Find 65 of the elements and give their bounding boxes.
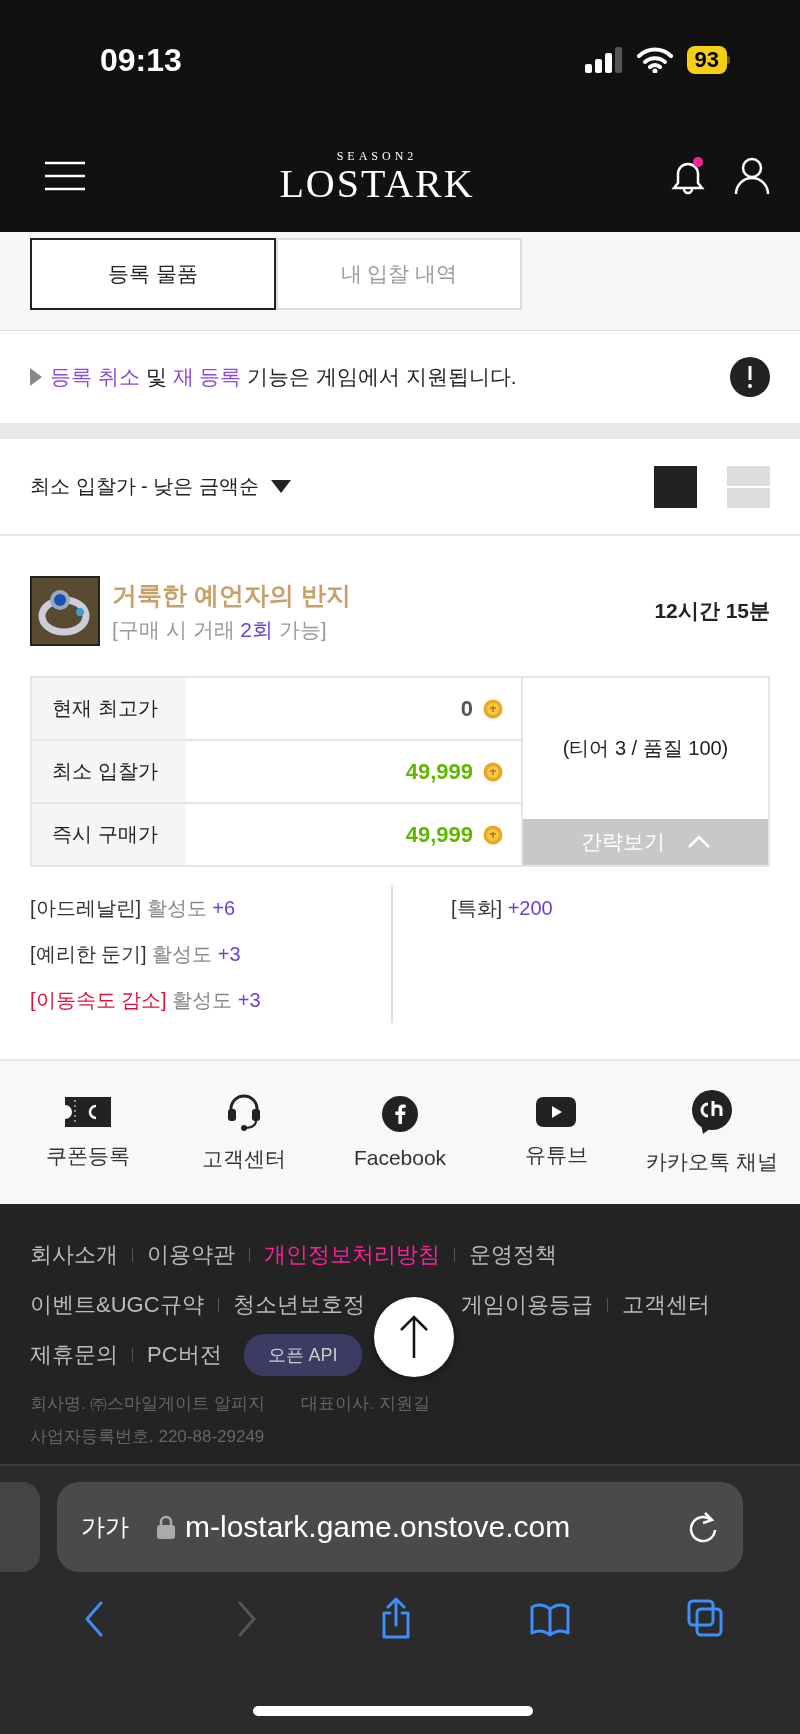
logo[interactable]: LOSTARK bbox=[279, 163, 475, 204]
user-icon[interactable] bbox=[734, 156, 770, 196]
play-button-icon bbox=[536, 1096, 576, 1127]
lock-icon bbox=[157, 1515, 175, 1539]
logo-subtitle: SEASON2 bbox=[336, 148, 418, 164]
stat-effect: [특화] +200 bbox=[451, 896, 554, 921]
notice-link[interactable]: 재 등록 bbox=[172, 365, 242, 388]
trade-limit: [구매 시 거래 2회 가능] bbox=[112, 616, 328, 643]
price-label: 현재 최고가 bbox=[52, 696, 158, 721]
reload-icon[interactable] bbox=[687, 1510, 719, 1544]
signal-icon bbox=[584, 47, 623, 73]
footer-link[interactable]: 이용약관 bbox=[147, 1240, 235, 1270]
headset-icon bbox=[226, 1092, 262, 1131]
price-value: 49,999 bbox=[405, 821, 473, 848]
facebook-icon bbox=[382, 1095, 418, 1132]
open-api-button[interactable]: 오픈 API bbox=[243, 1334, 362, 1376]
price-label: 즉시 구매가 bbox=[52, 822, 158, 847]
social-link[interactable]: Facebook bbox=[322, 1094, 478, 1171]
coin-icon bbox=[483, 698, 503, 719]
social-link[interactable]: 쿠폰등록 bbox=[10, 1094, 166, 1171]
footer-link[interactable]: 제휴문의 bbox=[30, 1340, 118, 1370]
sort-dropdown[interactable]: 최소 입찰가 - 낮은 금액순 bbox=[30, 473, 259, 500]
notice-link[interactable]: 등록 취소 bbox=[50, 365, 140, 388]
time-left: 12시간 15분 bbox=[654, 598, 770, 624]
social-link[interactable]: 유튜브 bbox=[478, 1095, 634, 1170]
footer-link[interactable]: 회사소개 bbox=[30, 1240, 118, 1270]
text-size-button[interactable]: 가가 bbox=[81, 1511, 129, 1543]
company-info: 대표이사. 지원길 bbox=[301, 1393, 430, 1415]
menu-icon[interactable] bbox=[44, 161, 86, 191]
business-number: 사업자등록번호. 220-88-29249 bbox=[30, 1426, 266, 1448]
coin-icon bbox=[483, 761, 503, 782]
clock: 09:13 bbox=[100, 41, 183, 79]
price-value: 0 bbox=[460, 695, 473, 722]
triangle-icon bbox=[30, 368, 42, 386]
footer-link[interactable]: 고객센터 bbox=[621, 1290, 710, 1320]
tier-quality: (티어 3 / 품질 100) bbox=[562, 736, 729, 761]
social-link[interactable]: 고객센터 bbox=[166, 1091, 322, 1174]
notice-text: 등록 취소 및 재 등록 기능은 게임에서 지원됩니다. bbox=[50, 364, 518, 390]
engraving-effect: [아드레날린] 활성도 +6 bbox=[30, 896, 237, 921]
ring-icon bbox=[30, 576, 100, 646]
footer-link[interactable]: 개인정보처리방침 bbox=[264, 1240, 440, 1270]
footer-link[interactable]: 게임이용등급 bbox=[460, 1290, 593, 1320]
item-name: 거룩한 예언자의 반지 bbox=[112, 579, 352, 611]
engraving-effect: [이동속도 감소] 활성도 +3 bbox=[30, 988, 262, 1013]
footer-link[interactable]: 청소년보호정 bbox=[232, 1290, 365, 1320]
chat-bubble-icon bbox=[691, 1089, 733, 1134]
tab[interactable]: 등록 물품 bbox=[30, 238, 276, 310]
engraving-effect: [예리한 둔기] 활성도 +3 bbox=[30, 942, 242, 967]
coin-icon bbox=[483, 824, 503, 845]
footer-link[interactable]: PC버전 bbox=[147, 1340, 222, 1370]
grid-view-icon[interactable] bbox=[654, 465, 697, 508]
coupon-icon bbox=[62, 1095, 114, 1128]
battery-level: 93 bbox=[686, 46, 727, 74]
address-field[interactable]: m-lostark.game.onstove.com bbox=[185, 1510, 571, 1544]
social-link[interactable]: 카카오톡 채널 bbox=[634, 1088, 790, 1177]
footer-link[interactable]: 운영정책 bbox=[469, 1240, 557, 1270]
caret-icon[interactable] bbox=[270, 480, 291, 493]
price-value: 49,999 bbox=[405, 758, 473, 785]
company-info: 회사명. ㈜스마일게이트 알피지 bbox=[30, 1393, 266, 1415]
info-icon[interactable] bbox=[730, 357, 770, 397]
footer-link[interactable]: 이벤트&UGC규약 bbox=[30, 1290, 204, 1320]
price-label: 최소 입찰가 bbox=[52, 759, 158, 784]
arrow-up-icon bbox=[399, 1315, 429, 1359]
chevron-up-icon bbox=[686, 835, 711, 849]
wifi-icon bbox=[636, 47, 673, 73]
